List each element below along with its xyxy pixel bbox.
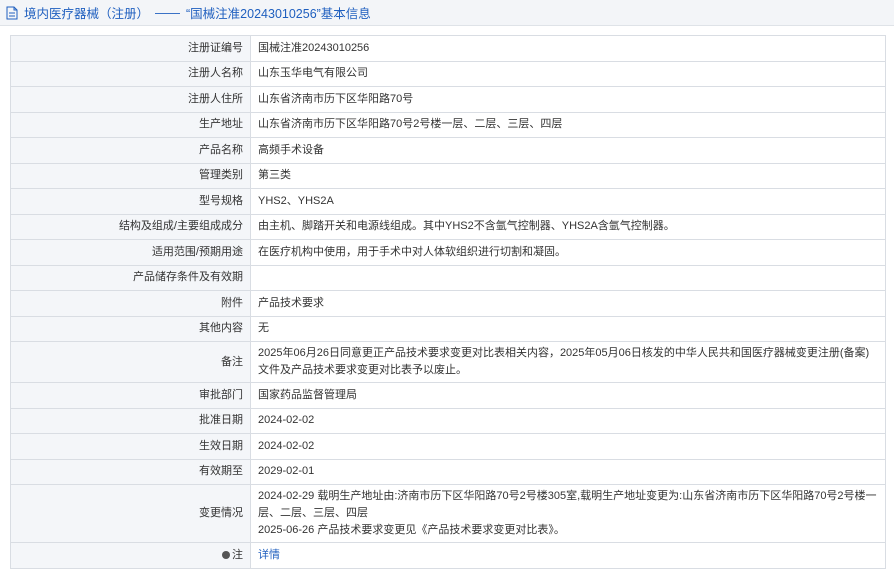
row-value: 2024-02-02 bbox=[250, 433, 886, 460]
table-row: 注 详情 bbox=[10, 542, 886, 569]
row-value: 高频手术设备 bbox=[250, 137, 886, 164]
table-row: 注册人名称 山东玉华电气有限公司 bbox=[10, 60, 886, 87]
row-label: 适用范围/预期用途 bbox=[10, 239, 251, 266]
row-label: 管理类别 bbox=[10, 162, 251, 189]
table-row: 注册证编号 国械注准20243010256 bbox=[10, 35, 886, 62]
row-label: 审批部门 bbox=[10, 382, 251, 409]
table-row: 变更情况 2024-02-29 载明生产地址由:济南市历下区华阳路70号2号楼3… bbox=[10, 484, 886, 543]
row-label: 产品储存条件及有效期 bbox=[10, 264, 251, 291]
change-entry: 2025-06-26 产品技术要求变更见《产品技术要求变更对比表》。 bbox=[258, 524, 565, 536]
row-label: 生产地址 bbox=[10, 111, 251, 138]
row-label: 附件 bbox=[10, 290, 251, 317]
title-bar: 境内医疗器械（注册） —— “国械注准20243010256”基本信息 bbox=[0, 0, 894, 26]
row-value: 2024-02-02 bbox=[250, 407, 886, 434]
document-icon bbox=[6, 6, 18, 20]
row-value: 由主机、脚踏开关和电源线组成。其中YHS2不含氩气控制器、YHS2A含氩气控制器… bbox=[250, 213, 886, 240]
row-value: 2029-02-01 bbox=[250, 458, 886, 485]
details-link[interactable]: 详情 bbox=[258, 549, 280, 561]
table-row: 批准日期 2024-02-02 bbox=[10, 407, 886, 434]
row-value: 2025年06月26日同意更正产品技术要求变更对比表相关内容，2025年05月0… bbox=[250, 341, 886, 383]
row-label: 其他内容 bbox=[10, 315, 251, 342]
row-label: 变更情况 bbox=[10, 484, 251, 543]
breadcrumb-separator: —— bbox=[155, 5, 181, 20]
row-label: 批准日期 bbox=[10, 407, 251, 434]
table-row: 有效期至 2029-02-01 bbox=[10, 458, 886, 485]
row-value: 山东玉华电气有限公司 bbox=[250, 60, 886, 87]
note-label: 注 bbox=[232, 548, 243, 561]
change-entry: 2024-02-29 载明生产地址由:济南市历下区华阳路70号2号楼305室,载… bbox=[258, 490, 877, 519]
row-value: 无 bbox=[250, 315, 886, 342]
row-label: 结构及组成/主要组成成分 bbox=[10, 213, 251, 240]
info-table: 注册证编号 国械注准20243010256 注册人名称 山东玉华电气有限公司 注… bbox=[10, 35, 886, 569]
table-row: 适用范围/预期用途 在医疗机构中使用，用于手术中对人体软组织进行切割和凝固。 bbox=[10, 239, 886, 266]
table-row: 产品名称 高频手术设备 bbox=[10, 137, 886, 164]
row-value: 在医疗机构中使用，用于手术中对人体软组织进行切割和凝固。 bbox=[250, 239, 886, 266]
row-value: 产品技术要求 bbox=[250, 290, 886, 317]
row-label: 备注 bbox=[10, 341, 251, 383]
breadcrumb-category[interactable]: 境内医疗器械（注册） bbox=[24, 3, 149, 22]
row-label: 型号规格 bbox=[10, 188, 251, 215]
row-value: 详情 bbox=[250, 542, 886, 569]
table-row: 管理类别 第三类 bbox=[10, 162, 886, 189]
row-label: 注 bbox=[10, 542, 251, 569]
row-label: 有效期至 bbox=[10, 458, 251, 485]
page-title: “国械注准20243010256”基本信息 bbox=[186, 7, 371, 21]
row-label: 注册人住所 bbox=[10, 86, 251, 113]
table-row: 备注 2025年06月26日同意更正产品技术要求变更对比表相关内容，2025年0… bbox=[10, 341, 886, 383]
table-row: 生产地址 山东省济南市历下区华阳路70号2号楼一层、二层、三层、四层 bbox=[10, 111, 886, 138]
row-value bbox=[250, 264, 886, 291]
row-label: 注册证编号 bbox=[10, 35, 251, 62]
table-row: 产品储存条件及有效期 bbox=[10, 264, 886, 291]
table-row: 其他内容 无 bbox=[10, 315, 886, 342]
row-value: 第三类 bbox=[250, 162, 886, 189]
row-value: 山东省济南市历下区华阳路70号2号楼一层、二层、三层、四层 bbox=[250, 111, 886, 138]
row-value: 国械注准20243010256 bbox=[250, 35, 886, 62]
row-label: 注册人名称 bbox=[10, 60, 251, 87]
note-icon bbox=[222, 550, 230, 559]
table-row: 型号规格 YHS2、YHS2A bbox=[10, 188, 886, 215]
table-row: 注册人住所 山东省济南市历下区华阳路70号 bbox=[10, 86, 886, 113]
table-row: 附件 产品技术要求 bbox=[10, 290, 886, 317]
row-value: 国家药品监督管理局 bbox=[250, 382, 886, 409]
row-value: 山东省济南市历下区华阳路70号 bbox=[250, 86, 886, 113]
table-row: 结构及组成/主要组成成分 由主机、脚踏开关和电源线组成。其中YHS2不含氩气控制… bbox=[10, 213, 886, 240]
row-value: YHS2、YHS2A bbox=[250, 188, 886, 215]
row-label: 生效日期 bbox=[10, 433, 251, 460]
row-value: 2024-02-29 载明生产地址由:济南市历下区华阳路70号2号楼305室,载… bbox=[250, 484, 886, 543]
row-label: 产品名称 bbox=[10, 137, 251, 164]
table-row: 审批部门 国家药品监督管理局 bbox=[10, 382, 886, 409]
table-row: 生效日期 2024-02-02 bbox=[10, 433, 886, 460]
